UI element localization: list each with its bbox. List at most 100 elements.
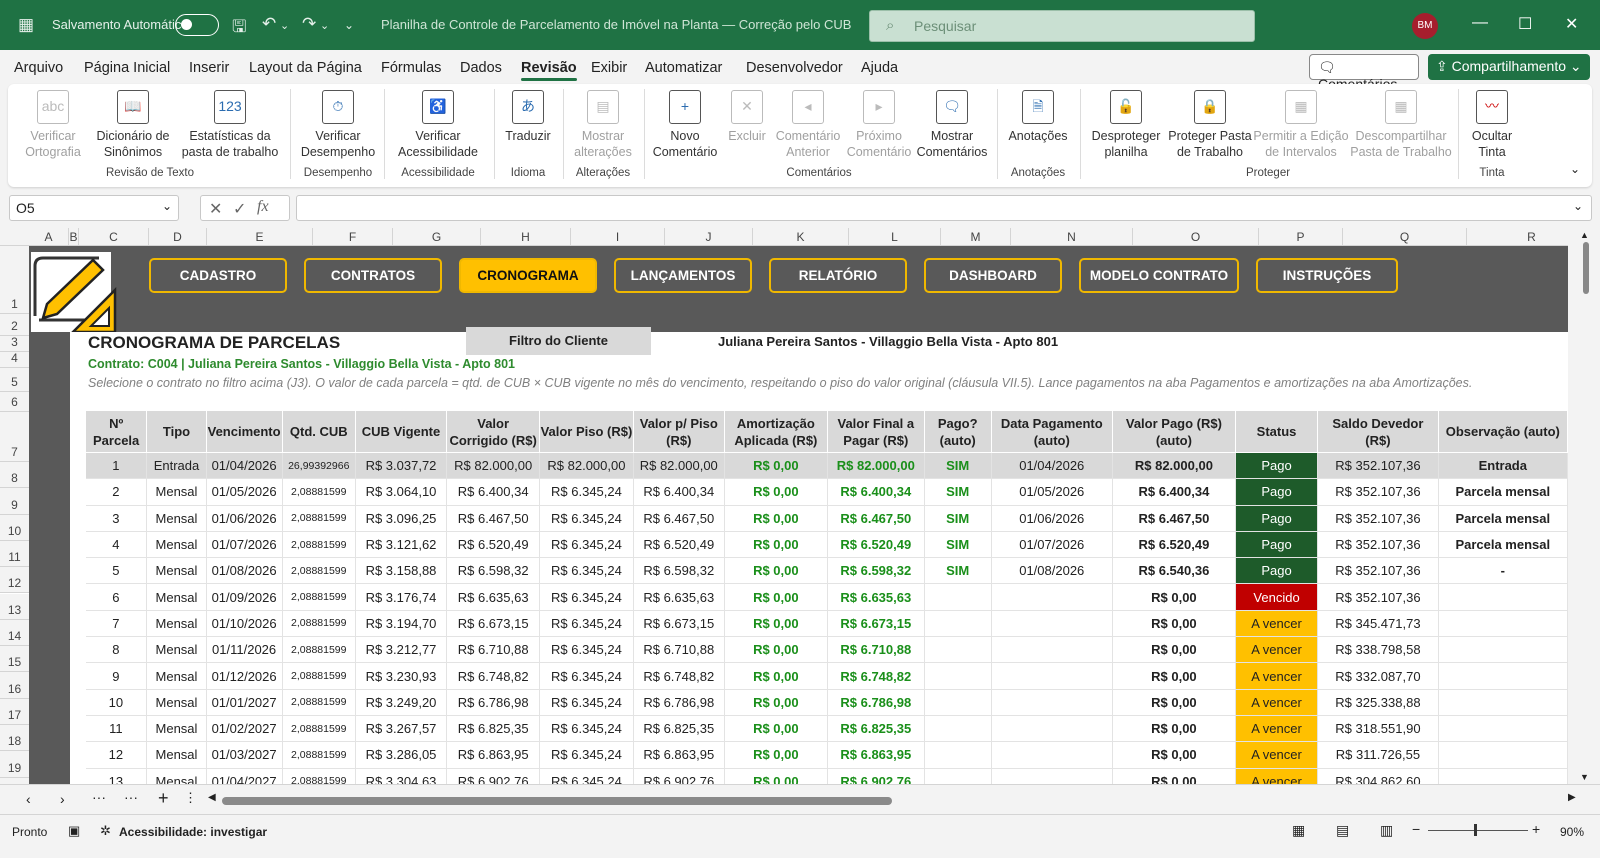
table-cell[interactable]: R$ 6.635,63 bbox=[827, 583, 925, 611]
table-cell[interactable]: Mensal bbox=[146, 715, 207, 743]
table-cell[interactable]: 2,08881599 bbox=[282, 610, 356, 638]
table-cell[interactable]: 2,08881599 bbox=[282, 478, 356, 506]
new-comment-button[interactable]: + Novo Comentário bbox=[648, 90, 722, 160]
table-cell[interactable] bbox=[991, 689, 1114, 716]
table-cell[interactable]: SIM bbox=[924, 452, 992, 480]
nav-lancamentos-button[interactable]: LANÇAMENTOS bbox=[614, 258, 752, 293]
table-cell[interactable]: R$ 6.400,34 bbox=[1112, 478, 1236, 506]
table-cell[interactable]: 8 bbox=[85, 636, 148, 664]
table-cell[interactable]: R$ 6.748,82 bbox=[633, 662, 725, 690]
table-cell[interactable]: Mensal bbox=[146, 741, 207, 769]
table-cell[interactable]: R$ 0,00 bbox=[1112, 741, 1236, 769]
table-cell[interactable]: R$ 0,00 bbox=[724, 505, 828, 532]
table-cell[interactable]: Pago bbox=[1235, 478, 1319, 506]
table-cell[interactable] bbox=[924, 689, 992, 716]
menu-desenvolvedor[interactable]: Desenvolvedor bbox=[746, 60, 843, 76]
table-cell[interactable]: A vencer bbox=[1235, 662, 1319, 690]
options-icon[interactable]: ⋮ bbox=[184, 790, 197, 806]
table-cell[interactable]: R$ 3.064,10 bbox=[355, 478, 448, 506]
table-cell[interactable]: R$ 6.345,24 bbox=[539, 636, 634, 664]
table-cell[interactable]: R$ 6.345,24 bbox=[539, 689, 634, 716]
table-cell[interactable]: R$ 6.786,98 bbox=[633, 689, 725, 716]
table-cell[interactable]: R$ 352.107,36 bbox=[1317, 557, 1439, 585]
next-comment-button[interactable]: ▸ Próximo Comentário bbox=[844, 90, 914, 160]
horizontal-scroll-thumb[interactable] bbox=[222, 797, 892, 805]
table-cell[interactable] bbox=[991, 610, 1114, 638]
table-cell[interactable]: R$ 6.786,98 bbox=[827, 689, 925, 716]
table-cell[interactable]: Mensal bbox=[146, 505, 207, 532]
table-cell[interactable]: Mensal bbox=[146, 531, 207, 559]
table-cell[interactable] bbox=[991, 768, 1114, 784]
table-cell[interactable]: R$ 3.230,93 bbox=[355, 662, 448, 690]
table-cell[interactable] bbox=[1438, 610, 1568, 638]
table-cell[interactable]: 11 bbox=[85, 715, 148, 743]
table-cell[interactable]: R$ 6.467,50 bbox=[633, 505, 725, 532]
row-header[interactable]: 14 bbox=[0, 619, 29, 647]
table-cell[interactable]: 01/09/2026 bbox=[206, 583, 283, 611]
column-header-e[interactable]: E bbox=[207, 228, 313, 246]
nav-dashboard-button[interactable]: DASHBOARD bbox=[924, 258, 1062, 293]
more-sheets-right-icon[interactable]: ··· bbox=[124, 789, 138, 805]
table-cell[interactable]: Mensal bbox=[146, 583, 207, 611]
row-header[interactable]: 7 bbox=[0, 412, 29, 462]
column-header-k[interactable]: K bbox=[753, 228, 849, 246]
table-cell[interactable]: R$ 6.902,76 bbox=[446, 768, 541, 784]
table-cell[interactable]: 01/08/2026 bbox=[991, 557, 1114, 585]
table-cell[interactable]: R$ 3.096,25 bbox=[355, 505, 448, 532]
avatar[interactable]: BM bbox=[1412, 13, 1438, 39]
table-cell[interactable]: A vencer bbox=[1235, 768, 1319, 784]
table-cell[interactable]: SIM bbox=[924, 478, 992, 506]
row-header[interactable]: 17 bbox=[0, 698, 29, 725]
menu-ajuda[interactable]: Ajuda bbox=[861, 60, 898, 76]
show-changes-button[interactable]: ▤ Mostrar alterações bbox=[568, 90, 638, 160]
table-cell[interactable]: 5 bbox=[85, 557, 148, 585]
table-cell[interactable]: A vencer bbox=[1235, 636, 1319, 664]
table-cell[interactable] bbox=[924, 715, 992, 743]
column-header-f[interactable]: F bbox=[313, 228, 393, 246]
table-cell[interactable]: R$ 82.000,00 bbox=[446, 452, 541, 480]
table-cell[interactable]: A vencer bbox=[1235, 715, 1319, 743]
comments-button[interactable]: 🗨 Comentários bbox=[1309, 54, 1419, 92]
table-cell[interactable]: R$ 0,00 bbox=[1112, 689, 1236, 716]
page-layout-icon[interactable]: ▤ bbox=[1336, 822, 1349, 839]
table-cell[interactable]: R$ 0,00 bbox=[724, 452, 828, 480]
table-cell[interactable]: 01/07/2026 bbox=[206, 531, 283, 559]
table-cell[interactable]: R$ 3.304,63 bbox=[355, 768, 448, 784]
table-cell[interactable]: 01/05/2026 bbox=[991, 478, 1114, 506]
table-cell[interactable] bbox=[991, 662, 1114, 690]
table-cell[interactable]: R$ 6.400,34 bbox=[446, 478, 541, 506]
allow-edit-ranges-button[interactable]: ▦ Permitir a Edição de Intervalos bbox=[1252, 90, 1350, 160]
table-cell[interactable] bbox=[1438, 583, 1568, 611]
table-cell[interactable]: R$ 311.726,55 bbox=[1317, 741, 1439, 769]
table-cell[interactable] bbox=[1438, 741, 1568, 769]
table-cell[interactable]: R$ 6.400,34 bbox=[633, 478, 725, 506]
table-cell[interactable]: R$ 6.520,49 bbox=[827, 531, 925, 559]
undo-dropdown-icon[interactable]: ⌄ bbox=[280, 19, 289, 32]
accessibility-icon[interactable]: ✲ bbox=[100, 823, 111, 839]
save-icon[interactable]: 🖫 bbox=[232, 14, 246, 43]
table-cell[interactable]: R$ 0,00 bbox=[724, 531, 828, 559]
table-cell[interactable]: R$ 6.673,15 bbox=[446, 610, 541, 638]
table-cell[interactable] bbox=[991, 715, 1114, 743]
table-cell[interactable]: R$ 352.107,36 bbox=[1317, 452, 1439, 480]
enter-icon[interactable]: ✓ bbox=[233, 199, 246, 219]
column-header-b[interactable]: B bbox=[69, 228, 79, 246]
column-header-r[interactable]: R bbox=[1467, 228, 1568, 246]
table-cell[interactable]: A vencer bbox=[1235, 689, 1319, 716]
table-cell[interactable]: 2,08881599 bbox=[282, 689, 356, 716]
table-cell[interactable] bbox=[1438, 636, 1568, 664]
row-header[interactable]: 3 bbox=[0, 335, 29, 352]
table-cell[interactable]: 3 bbox=[85, 505, 148, 532]
table-cell[interactable]: R$ 0,00 bbox=[1112, 715, 1236, 743]
table-cell[interactable]: 2,08881599 bbox=[282, 557, 356, 585]
table-cell[interactable]: R$ 82.000,00 bbox=[827, 452, 925, 480]
menu-automatizar[interactable]: Automatizar bbox=[645, 60, 722, 76]
nav-instrucoes-button[interactable]: INSTRUÇÕES bbox=[1256, 258, 1398, 293]
table-cell[interactable]: R$ 6.863,95 bbox=[446, 741, 541, 769]
table-cell[interactable]: R$ 338.798,58 bbox=[1317, 636, 1439, 664]
notes-button[interactable]: 🗎 Anotações bbox=[1002, 90, 1074, 144]
table-cell[interactable]: 01/06/2026 bbox=[991, 505, 1114, 532]
table-cell[interactable]: 2,08881599 bbox=[282, 741, 356, 769]
hide-ink-button[interactable]: 〰 Ocultar Tinta bbox=[1464, 90, 1520, 160]
table-cell[interactable]: R$ 0,00 bbox=[724, 610, 828, 638]
